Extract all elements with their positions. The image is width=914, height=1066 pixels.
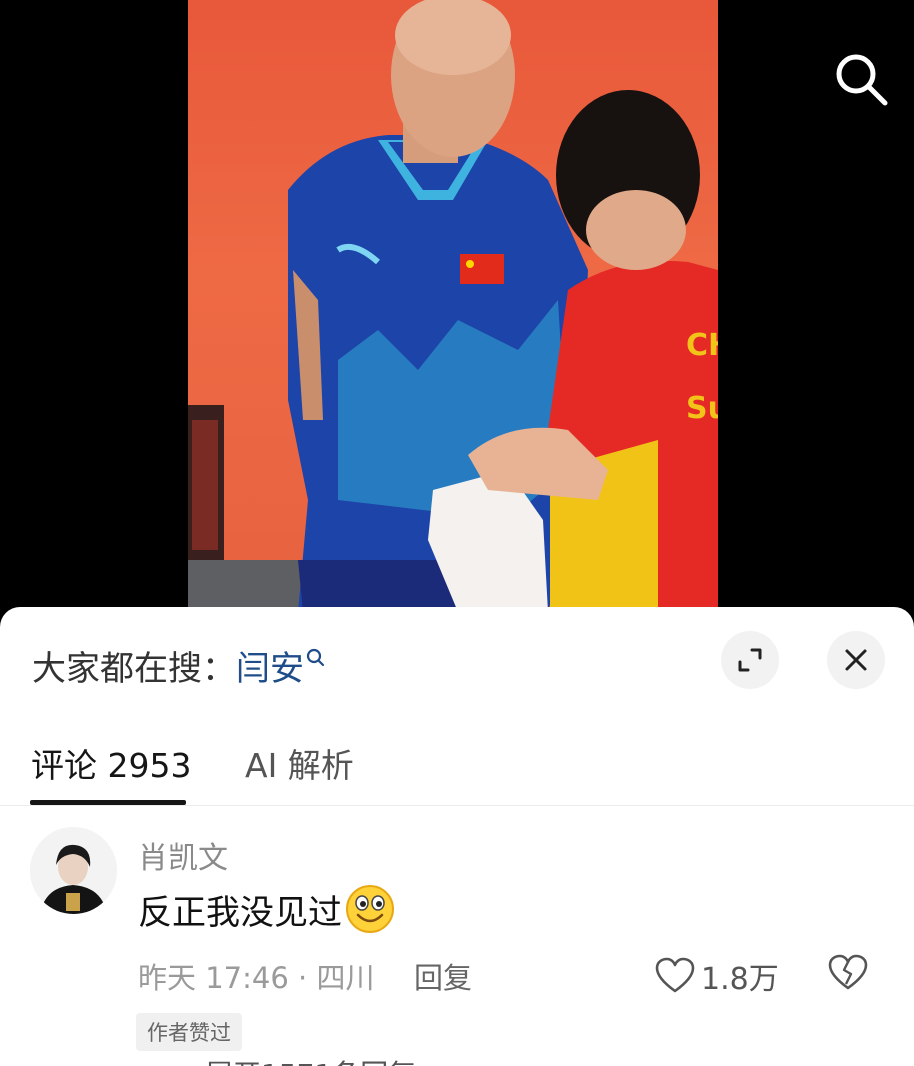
search-button[interactable] [832, 50, 892, 110]
video-player[interactable]: CH Su [0, 0, 914, 612]
avatar[interactable] [30, 827, 117, 914]
close-button[interactable] [827, 631, 885, 689]
reply-button[interactable]: 回复 [414, 955, 472, 997]
search-icon [836, 54, 888, 106]
video-frame[interactable]: CH Su [188, 0, 718, 612]
hot-search-label: 大家都在搜： [32, 649, 236, 689]
expand-icon [738, 648, 762, 672]
heart-icon [655, 957, 695, 993]
hot-search-keyword[interactable]: 闫安 [236, 641, 304, 690]
dislike-button[interactable] [828, 954, 868, 996]
video-still-image: CH Su [188, 0, 718, 612]
active-tab-indicator [30, 800, 186, 805]
tab-bar: 评论 2953 AI 解析 [0, 735, 914, 806]
expand-replies-link[interactable]: 展开1571条回复 [205, 1053, 416, 1066]
comment-author[interactable]: 肖凯文 [138, 833, 228, 877]
close-icon [845, 649, 867, 671]
author-liked-badge: 作者赞过 [136, 1013, 242, 1051]
hot-search[interactable]: 大家都在搜： 闫安 [32, 641, 326, 690]
like-button[interactable]: 1.8万 [655, 954, 779, 998]
tab-ai-analysis[interactable]: AI 解析 [245, 739, 354, 787]
comment-sheet: 大家都在搜： 闫安 评论 2953 AI 解析 肖凯文 反正我没见过 昨天 17… [0, 607, 914, 1066]
grinning-face-emoji [346, 885, 394, 933]
like-count: 1.8万 [701, 962, 779, 997]
avatar-image [30, 827, 117, 914]
comment-meta: 昨天 17:46 · 四川 [138, 961, 375, 995]
svg-text:Su: Su [686, 391, 718, 426]
comment-item: 肖凯文 反正我没见过 昨天 17:46 · 四川 回复 1.8万 作者赞过 [0, 817, 914, 1066]
expand-button[interactable] [721, 631, 779, 689]
mini-search-icon [306, 648, 325, 666]
comment-text: 反正我没见过 [138, 883, 396, 935]
broken-heart-icon [828, 954, 868, 990]
tab-comments[interactable]: 评论 2953 [31, 739, 191, 787]
comment-text-body: 反正我没见过 [138, 892, 342, 933]
svg-text:CH: CH [686, 328, 718, 363]
